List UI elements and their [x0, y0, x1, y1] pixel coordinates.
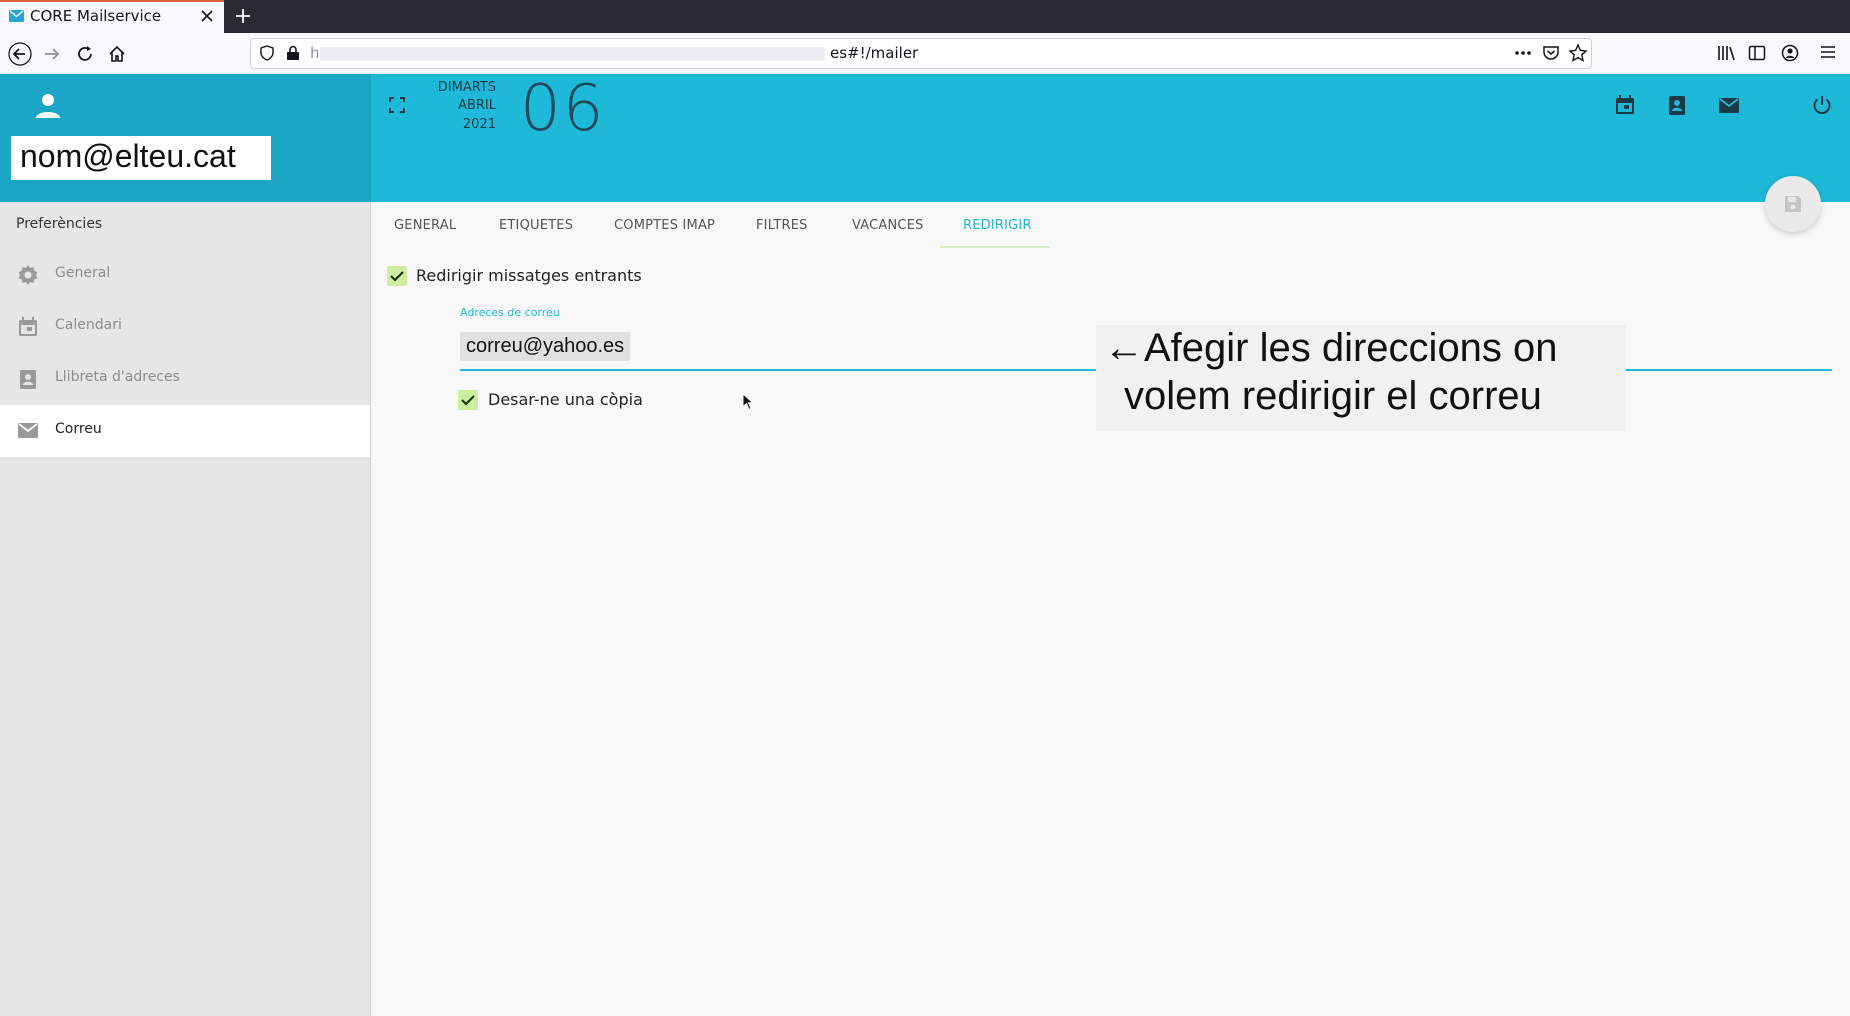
tab-vacances[interactable]: VACANCES [852, 218, 924, 233]
url-prefix: h [310, 44, 320, 62]
fullscreen-icon[interactable] [388, 96, 406, 114]
library-icon[interactable] [1716, 44, 1736, 62]
tab-general[interactable]: GENERAL [394, 218, 456, 233]
sidebar-item-calendari[interactable]: Calendari [0, 301, 370, 353]
gear-icon [17, 264, 39, 286]
date-month: ABRIL [458, 98, 496, 113]
tab-redirigir[interactable]: REDIRIGIR [963, 218, 1032, 233]
sidebar-item-correu[interactable]: Correu [0, 405, 370, 457]
date-weekday: DIMARTS [437, 80, 496, 95]
power-icon[interactable] [1811, 94, 1833, 116]
keep-copy-label[interactable]: Desar-ne una còpia [488, 390, 643, 409]
redirect-checkbox[interactable] [387, 266, 407, 286]
date-day: 06 [520, 72, 606, 146]
keep-copy-checkbox[interactable] [458, 390, 478, 410]
url-redacted [320, 47, 825, 61]
reload-icon[interactable] [75, 44, 95, 64]
page-actions-icon[interactable] [1513, 45, 1533, 61]
sidebar-item-label: Llibreta d'adreces [55, 369, 180, 385]
address-chip-text: correu@yahoo.es [466, 335, 625, 357]
calendar-icon [17, 316, 39, 338]
tab-filtres[interactable]: FILTRES [756, 218, 808, 233]
forward-icon[interactable] [42, 44, 62, 64]
save-button[interactable] [1765, 176, 1821, 232]
mouse-cursor-icon [742, 393, 754, 411]
date-year: 2021 [462, 117, 496, 132]
sidebar-title: Preferències [16, 216, 103, 232]
new-tab-icon[interactable] [233, 6, 253, 26]
save-icon [1784, 195, 1802, 213]
bookmark-star-icon[interactable] [1568, 43, 1588, 63]
addresses-field-label: Adreces de correu [460, 306, 560, 319]
mail-icon [17, 420, 39, 440]
home-icon[interactable] [107, 44, 127, 64]
lock-icon[interactable] [286, 45, 300, 61]
menu-icon[interactable] [1820, 45, 1836, 59]
annotation-line-1: ←Afegir les direccions on [1104, 326, 1558, 370]
account-icon[interactable] [1781, 44, 1799, 62]
user-avatar-icon [34, 92, 62, 120]
mail-favicon-icon [9, 10, 24, 22]
tab-comptes-imap[interactable]: COMPTES IMAP [614, 218, 715, 233]
redirect-label[interactable]: Redirigir missatges entrants [416, 266, 642, 285]
url-text[interactable]: es#!/mailer [830, 44, 918, 62]
annotation-line-2: volem redirigir el correu [1124, 374, 1542, 418]
shield-icon[interactable] [259, 45, 275, 61]
user-email: nom@elteu.cat [20, 138, 236, 174]
active-tab-indicator [940, 246, 1050, 248]
sidebar-item-general[interactable]: General [0, 249, 370, 301]
tab-etiquetes[interactable]: ETIQUETES [499, 218, 573, 233]
browser-tab-title: CORE Mailservice [30, 7, 162, 25]
browser-tab-strip [0, 0, 1850, 33]
mail-app-icon[interactable] [1718, 95, 1740, 115]
pocket-icon[interactable] [1542, 44, 1560, 62]
sidebar-toggle-icon[interactable] [1748, 44, 1766, 62]
sidebar-item-label: General [55, 265, 111, 281]
contacts-icon [17, 368, 39, 390]
checkmark-icon [390, 271, 404, 282]
sidebar-item-label: Correu [55, 421, 102, 437]
calendar-app-icon[interactable] [1614, 94, 1636, 116]
checkmark-icon [461, 395, 475, 406]
close-tab-icon[interactable] [200, 9, 214, 23]
sidebar-item-label: Calendari [55, 317, 122, 333]
sidebar-item-llibreta[interactable]: Llibreta d'adreces [0, 353, 370, 405]
address-chip[interactable]: correu@yahoo.es [460, 332, 631, 361]
contacts-app-icon[interactable] [1666, 94, 1688, 116]
back-icon[interactable] [8, 42, 32, 66]
